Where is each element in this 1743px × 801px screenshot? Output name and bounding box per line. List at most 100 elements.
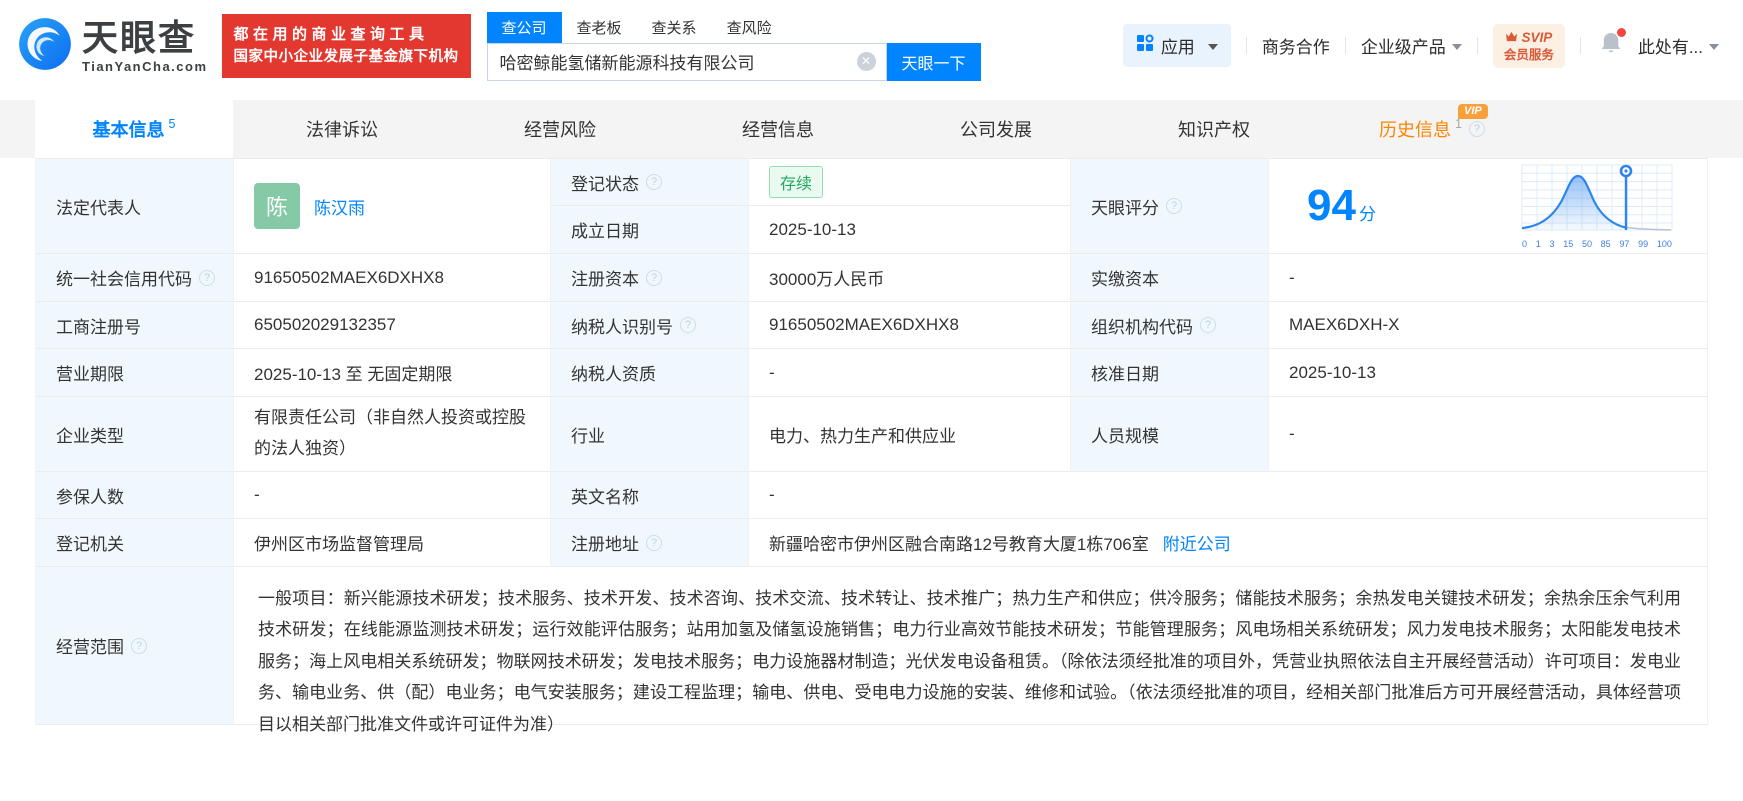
value-text: 2025-10-13 xyxy=(1289,362,1376,382)
field-value-credit-code: 91650502MAEX6DXHX8 xyxy=(234,254,551,302)
divider xyxy=(1245,37,1247,55)
enterprise-products-menu[interactable]: 企业级产品 xyxy=(1361,33,1462,58)
clear-search-icon[interactable] xyxy=(856,52,876,71)
svip-member-button[interactable]: SVIP 会员服务 xyxy=(1492,24,1565,68)
field-value-reg-number: 650502029132357 xyxy=(234,302,551,349)
field-value-est-date: 2025-10-13 xyxy=(749,206,1071,254)
search-tab-company[interactable]: 查公司 xyxy=(486,11,562,43)
value-text: 91650502MAEX6DXHX8 xyxy=(254,267,444,287)
label-text: 组织机构代码 xyxy=(1091,317,1193,337)
tab-label: 历史信息 xyxy=(1379,120,1452,140)
label-text: 成立日期 xyxy=(571,222,639,241)
field-label-business-scope: 经营范围 xyxy=(36,567,234,725)
label-text: 登记机关 xyxy=(56,535,124,554)
tab-history-info[interactable]: VIP 历史信息 1 xyxy=(1323,100,1541,158)
label-text: 工商注册号 xyxy=(56,317,141,337)
chevron-down-icon xyxy=(1207,43,1218,50)
enterprise-products-label: 企业级产品 xyxy=(1360,38,1446,58)
field-value-paid-capital: - xyxy=(1269,254,1708,302)
search-tabs: 查公司 查老板 查关系 查风险 xyxy=(486,11,981,43)
field-value-reg-status: 存续 xyxy=(749,159,1071,206)
help-icon[interactable] xyxy=(1166,198,1182,214)
label-text: 经营范围 xyxy=(56,638,124,657)
field-label-credit-code: 统一社会信用代码 xyxy=(36,254,234,302)
label-text: 统一社会信用代码 xyxy=(56,270,192,289)
field-label-english-name: 英文名称 xyxy=(551,472,749,519)
help-icon[interactable] xyxy=(646,534,662,551)
label-text: 参保人数 xyxy=(56,487,124,507)
tab-operating-risk[interactable]: 经营风险 xyxy=(451,100,669,158)
help-icon[interactable] xyxy=(131,637,147,654)
help-icon[interactable] xyxy=(1200,317,1216,333)
label-text: 天眼评分 xyxy=(1091,198,1159,218)
value-text: - xyxy=(769,362,775,382)
tab-label: 经营信息 xyxy=(742,120,814,140)
tab-label: 法律诉讼 xyxy=(306,120,378,140)
search-tab-risk[interactable]: 查风险 xyxy=(712,12,787,43)
chevron-down-icon xyxy=(1451,43,1462,50)
help-icon[interactable] xyxy=(199,269,215,286)
label-text: 核准日期 xyxy=(1091,365,1159,384)
field-label-business-term: 营业期限 xyxy=(36,349,234,397)
field-value-company-type: 有限责任公司（非自然人投资或控股的法人独资） xyxy=(234,397,551,472)
field-value-tyc-score[interactable]: 94 分 0 1 3 15 50 85 97 99 100 xyxy=(1269,159,1708,254)
svip-label: SVIP xyxy=(1521,30,1553,46)
search-tab-relation[interactable]: 查关系 xyxy=(637,12,712,43)
label-text: 纳税人资质 xyxy=(571,365,656,384)
help-icon[interactable] xyxy=(1468,121,1485,137)
status-badge: 存续 xyxy=(769,166,824,198)
account-label: 此处有... xyxy=(1637,38,1703,58)
promo-banner: 都在用的商业查询工具 国家中小企业发展子基金旗下机构 xyxy=(221,14,471,78)
notification-bell-icon[interactable] xyxy=(1600,28,1626,60)
search-tab-boss[interactable]: 查老板 xyxy=(562,12,637,43)
tab-legal-proceedings[interactable]: 法律诉讼 xyxy=(233,100,451,158)
header-right-menu: 应用 商务合作 企业级产品 SVIP 会员服务 此处有... xyxy=(1122,24,1719,68)
tab-label: 经营风险 xyxy=(524,120,596,140)
search-button[interactable]: 天眼一下 xyxy=(886,42,981,81)
field-label-insured-count: 参保人数 xyxy=(36,472,234,519)
divider xyxy=(1476,37,1478,55)
legal-rep-link[interactable]: 陈汉雨 xyxy=(314,194,365,219)
search-input[interactable] xyxy=(499,51,857,72)
field-label-approval-date: 核准日期 xyxy=(1071,349,1269,397)
help-icon[interactable] xyxy=(646,269,662,286)
tab-intellectual-property[interactable]: 知识产权 xyxy=(1105,100,1323,158)
label-text: 注册地址 xyxy=(571,535,639,554)
notification-dot xyxy=(1616,28,1626,38)
field-label-company-type: 企业类型 xyxy=(36,397,234,472)
field-value-business-scope: 一般项目：新兴能源技术研发；技术服务、技术开发、技术咨询、技术交流、技术转让、技… xyxy=(234,567,1708,734)
label-text: 行业 xyxy=(571,426,605,446)
vip-badge: VIP xyxy=(1458,104,1488,119)
help-icon[interactable] xyxy=(680,317,696,333)
account-menu[interactable]: 此处有... xyxy=(1638,33,1719,58)
chevron-down-icon xyxy=(1709,43,1719,50)
top-header: 天眼查 TianYanCha.com 都在用的商业查询工具 国家中小企业发展子基… xyxy=(0,0,1743,100)
value-text: - xyxy=(1289,267,1295,287)
apps-menu[interactable]: 应用 xyxy=(1122,24,1231,68)
value-text: - xyxy=(254,485,260,504)
field-label-paid-capital: 实缴资本 xyxy=(1071,254,1269,302)
label-text: 登记状态 xyxy=(571,174,639,194)
value-text: 新疆哈密市伊州区融合南路12号教育大厦1栋706室 xyxy=(769,535,1149,554)
label-text: 纳税人识别号 xyxy=(571,317,673,337)
nearby-companies-link[interactable]: 附近公司 xyxy=(1163,530,1231,555)
label-text: 营业期限 xyxy=(56,365,124,384)
field-value-insured-count: - xyxy=(234,472,551,519)
field-label-legal-rep: 法定代表人 xyxy=(36,159,234,254)
help-icon[interactable] xyxy=(646,174,662,190)
tab-company-development[interactable]: 公司发展 xyxy=(887,100,1105,158)
value-text: 电力、热力生产和供应业 xyxy=(769,426,956,446)
avatar[interactable]: 陈 xyxy=(254,183,300,229)
tianyancha-logo[interactable]: 天眼查 TianYanCha.com xyxy=(18,17,208,76)
tab-operating-info[interactable]: 经营信息 xyxy=(669,100,887,158)
tab-count: 1 xyxy=(1455,117,1462,131)
field-label-reg-authority: 登记机关 xyxy=(36,519,234,567)
company-info-table: 法定代表人 陈 陈汉雨 登记状态 存续 成立日期 2025-10-13 天眼评分… xyxy=(35,158,1708,734)
value-text: 一般项目：新兴能源技术研发；技术服务、技术开发、技术咨询、技术交流、技术转让、技… xyxy=(258,589,1681,734)
tab-basic-info[interactable]: 基本信息 5 xyxy=(35,100,233,158)
business-cooperation-link[interactable]: 商务合作 xyxy=(1262,33,1330,58)
field-value-staff-size: - xyxy=(1269,397,1708,472)
field-value-legal-rep: 陈 陈汉雨 xyxy=(234,159,551,254)
field-value-industry: 电力、热力生产和供应业 xyxy=(749,397,1071,472)
divider xyxy=(1579,37,1581,55)
